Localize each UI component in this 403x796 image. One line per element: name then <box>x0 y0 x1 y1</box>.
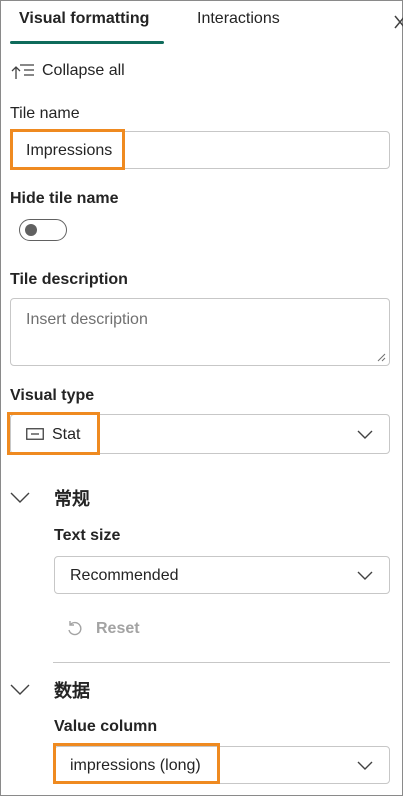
chevron-down-icon <box>357 761 373 770</box>
close-icon[interactable] <box>393 12 403 32</box>
section-divider <box>53 662 390 663</box>
tile-name-highlight <box>10 129 125 170</box>
tab-interactions[interactable]: Interactions <box>197 10 280 28</box>
reset-button[interactable]: Reset <box>66 618 146 640</box>
visual-type-label: Visual type <box>10 387 95 404</box>
tile-description-input[interactable]: Insert description <box>10 298 390 366</box>
value-column-highlight <box>53 743 220 784</box>
active-tab-indicator <box>10 41 164 44</box>
hide-tile-name-toggle[interactable] <box>19 219 67 241</box>
visual-type-highlight <box>7 412 100 455</box>
text-size-value: Recommended <box>70 567 179 584</box>
reset-icon <box>68 621 82 636</box>
collapse-all-icon <box>11 64 34 79</box>
reset-label: Reset <box>96 620 140 637</box>
tile-description-placeholder: Insert description <box>26 311 148 328</box>
tile-name-label: Tile name <box>10 105 80 122</box>
hide-tile-name-label: Hide tile name <box>10 190 119 207</box>
tile-description-label: Tile description <box>10 271 128 288</box>
collapse-all-label: Collapse all <box>42 62 125 79</box>
chevron-down-icon <box>357 430 373 439</box>
resize-handle-icon[interactable] <box>376 352 386 362</box>
chevron-down-icon <box>357 571 373 580</box>
data-section-title[interactable]: 数据 <box>54 677 90 703</box>
section-collapse-chevron-icon[interactable] <box>10 492 30 504</box>
section-collapse-chevron-icon[interactable] <box>10 684 30 696</box>
general-section-title[interactable]: 常规 <box>54 485 90 511</box>
tab-visual-formatting[interactable]: Visual formatting <box>19 10 149 28</box>
value-column-label: Value column <box>54 718 158 735</box>
text-size-select[interactable]: Recommended <box>54 556 390 594</box>
collapse-all-button[interactable]: Collapse all <box>11 60 141 82</box>
toggle-knob <box>25 224 37 236</box>
text-size-label: Text size <box>54 527 121 544</box>
